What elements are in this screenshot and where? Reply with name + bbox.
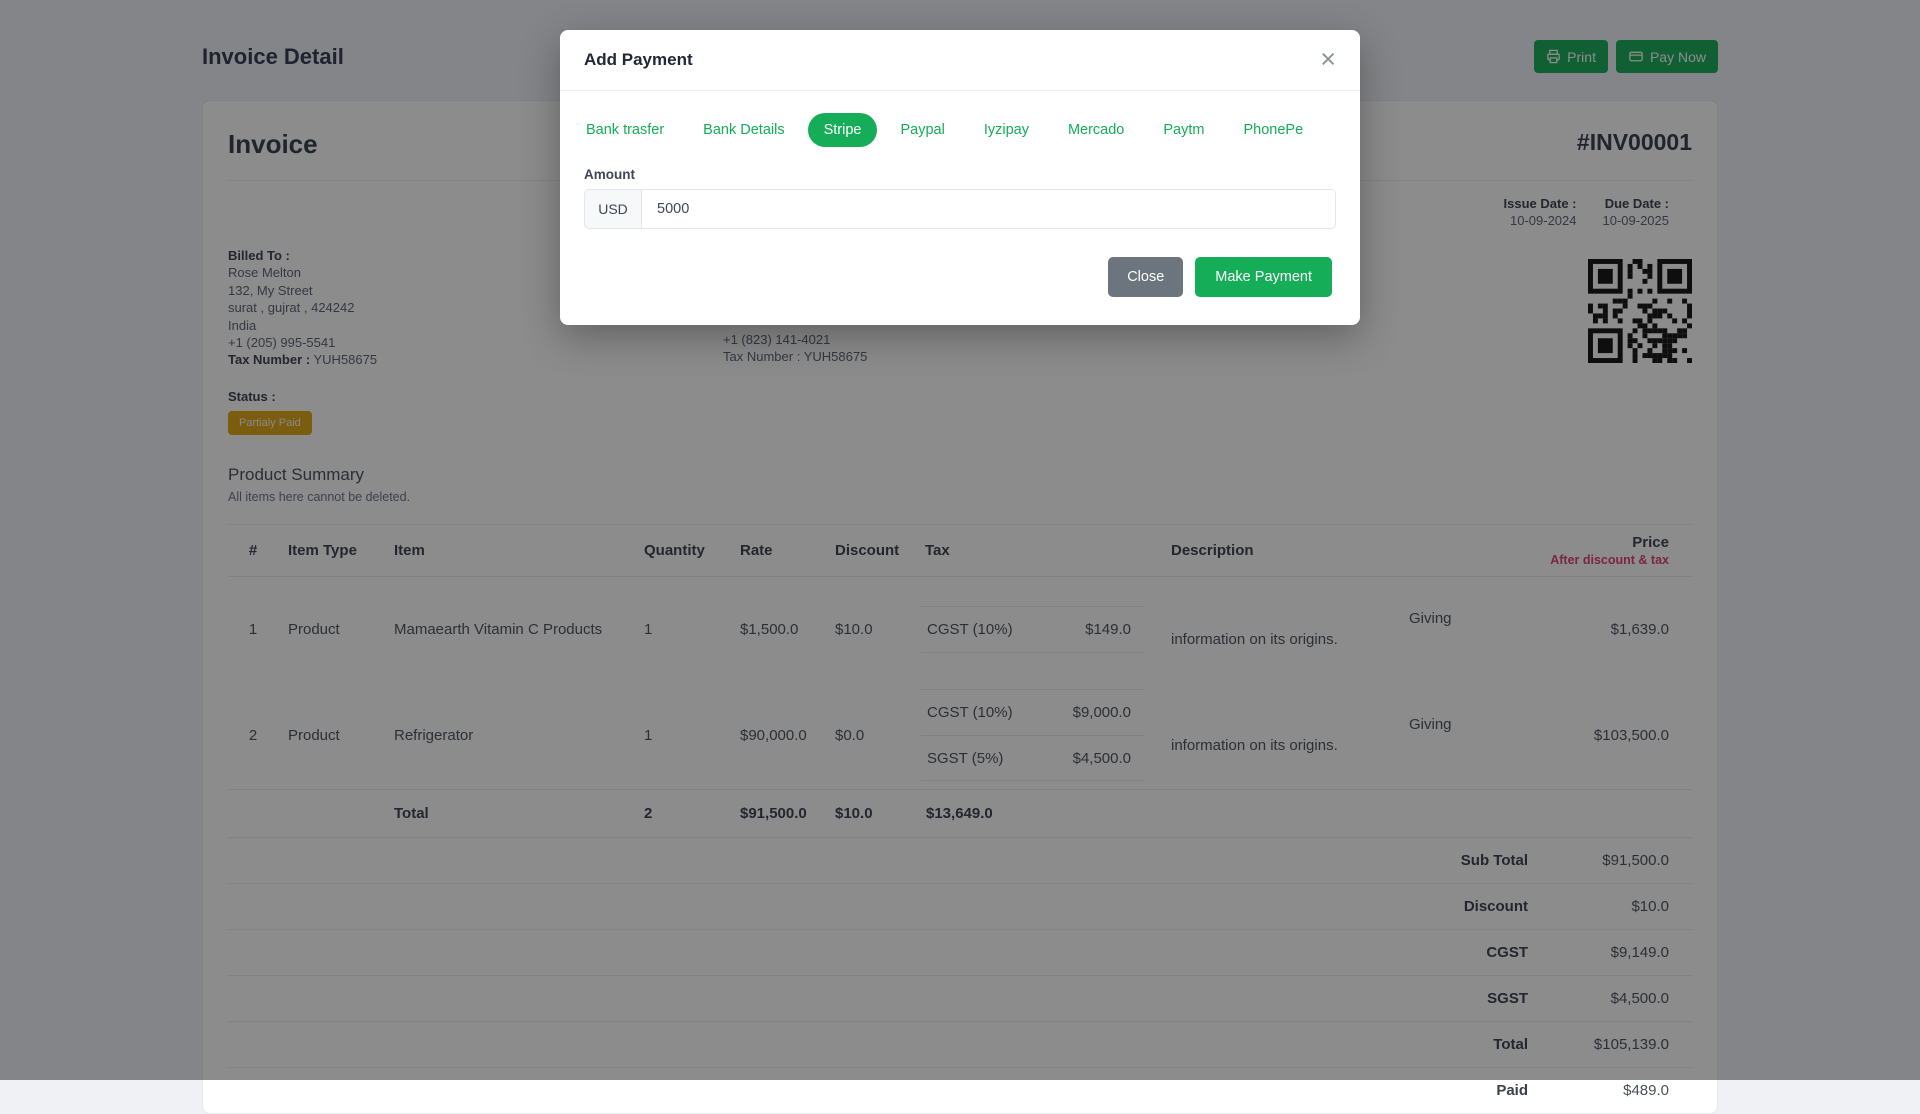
currency-prefix: USD xyxy=(585,190,642,228)
add-payment-modal: Add Payment × Bank trasfer Bank Details … xyxy=(560,30,1360,325)
tab-paytm[interactable]: Paytm xyxy=(1147,113,1220,147)
make-payment-button[interactable]: Make Payment xyxy=(1195,257,1332,297)
amount-label: Amount xyxy=(584,167,1336,182)
tab-phonepe[interactable]: PhonePe xyxy=(1227,113,1319,147)
modal-title: Add Payment xyxy=(584,50,693,69)
amount-input-group: USD xyxy=(584,189,1336,229)
modal-body: Bank trasfer Bank Details Stripe Paypal … xyxy=(560,91,1360,233)
payment-method-tabs: Bank trasfer Bank Details Stripe Paypal … xyxy=(570,113,1336,147)
summary-value: $489.0 xyxy=(1528,1082,1692,1099)
tab-stripe[interactable]: Stripe xyxy=(808,113,878,147)
amount-input[interactable] xyxy=(642,190,1335,228)
modal-header: Add Payment × xyxy=(560,30,1360,91)
tab-bank-details[interactable]: Bank Details xyxy=(687,113,800,147)
modal-footer: Close Make Payment xyxy=(560,233,1360,325)
close-icon[interactable]: × xyxy=(1314,40,1342,79)
tab-iyzipay[interactable]: Iyzipay xyxy=(968,113,1045,147)
close-button[interactable]: Close xyxy=(1108,257,1183,297)
tab-paypal[interactable]: Paypal xyxy=(884,113,960,147)
tab-mercado[interactable]: Mercado xyxy=(1052,113,1140,147)
tab-bank-transfer[interactable]: Bank trasfer xyxy=(570,113,680,147)
summary-label: Paid xyxy=(228,1082,1528,1099)
